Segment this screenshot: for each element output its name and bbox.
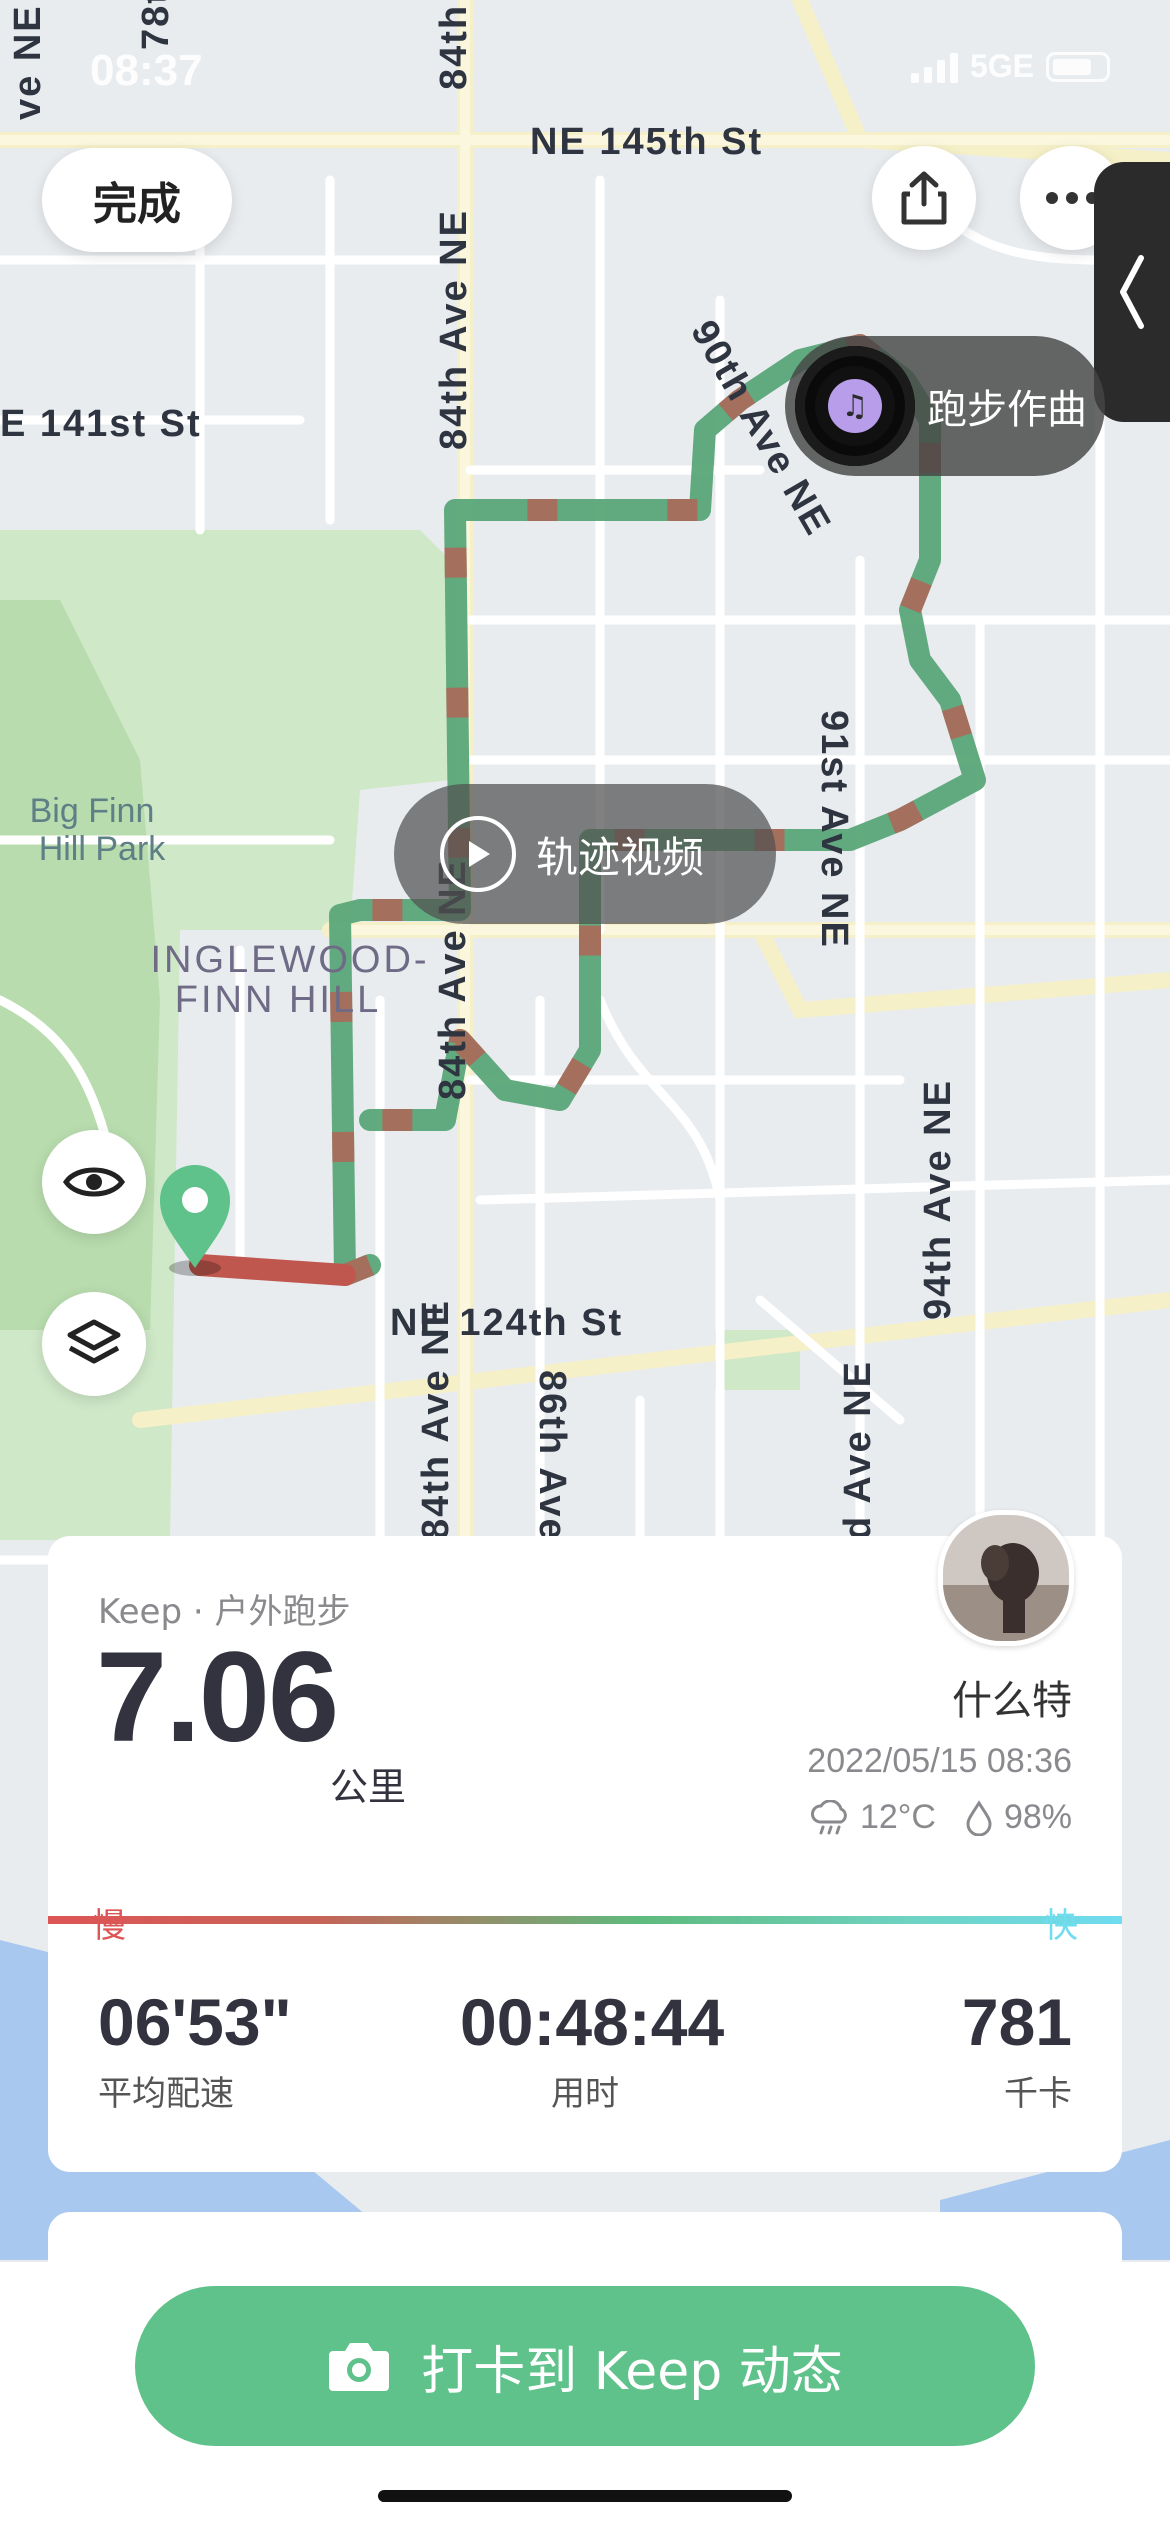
map-street-label: 84th Ave NE <box>433 209 475 450</box>
map-street-label: 84th Ave NE <box>415 1299 457 1540</box>
duration-stat: 00:48:44 用时 <box>460 1984 725 2115</box>
duration-value: 00:48:44 <box>460 1985 725 2059</box>
avg-pace-value: 06'53" <box>98 1985 292 2059</box>
humidity-drop-icon <box>966 1799 992 1836</box>
done-button[interactable]: 完成 <box>42 148 232 252</box>
layers-icon <box>67 1319 121 1364</box>
fast-pace-label: 快 <box>1044 1906 1078 1946</box>
weather-info: 12°C 98% <box>810 1798 1072 1837</box>
map-street-label: 91st Ave NE <box>813 710 855 949</box>
map-street-label: E 141st St <box>0 403 202 445</box>
map-area-label: Hill Park <box>39 830 167 868</box>
map-street-label: 86th Ave <box>531 1370 573 1542</box>
calories-value: 781 <box>961 1985 1072 2059</box>
play-icon <box>440 816 516 892</box>
status-bar: 08:37 5GE <box>0 40 1170 110</box>
cloud-rain-icon <box>810 1799 847 1834</box>
more-dots-icon <box>1046 192 1098 204</box>
eye-icon <box>63 1167 125 1197</box>
status-indicators: 5GE <box>910 48 1110 85</box>
avg-pace-label: 平均配速 <box>98 2074 234 2114</box>
camera-icon <box>329 2343 390 2391</box>
side-panel-toggle[interactable] <box>1094 162 1170 422</box>
username: 什么特 <box>952 1678 1072 1724</box>
map-area-label: Big Finn <box>30 792 155 830</box>
slow-pace-label: 慢 <box>92 1906 126 1946</box>
running-music-button[interactable]: ♫ 跑步作曲 <box>785 336 1105 476</box>
duration-label: 用时 <box>551 2074 619 2114</box>
calories-stat: 781 千卡 <box>962 1984 1072 2115</box>
share-icon <box>901 171 947 225</box>
checkin-label: 打卡到 Keep 动态 <box>421 2341 843 2402</box>
humidity: 98% <box>1003 1798 1072 1836</box>
map-area-label: INGLEWOOD- <box>150 939 429 981</box>
map-street-label: 94th Ave NE <box>917 1079 959 1320</box>
music-disc-icon: ♫ <box>795 346 915 466</box>
avg-pace-stat: 06'53" 平均配速 <box>98 1984 292 2115</box>
map-street-label: d Ave NE <box>837 1360 879 1540</box>
network-label: 5GE <box>969 48 1034 84</box>
home-indicator[interactable] <box>378 2490 792 2502</box>
share-button[interactable] <box>872 146 976 250</box>
map-area-label: FINN HILL <box>175 979 381 1021</box>
temperature: 12°C <box>859 1798 936 1836</box>
map-street-label: NE 145th St <box>530 121 763 163</box>
visibility-toggle-button[interactable] <box>42 1130 146 1234</box>
track-video-button[interactable]: 轨迹视频 <box>394 784 776 924</box>
avatar[interactable] <box>938 1510 1074 1646</box>
status-time: 08:37 <box>90 46 203 95</box>
chevron-left-icon <box>1120 255 1144 329</box>
battery-icon <box>1046 51 1110 82</box>
track-video-label: 轨迹视频 <box>536 832 705 882</box>
distance-unit: 公里 <box>330 1765 407 1809</box>
checkin-button[interactable]: 打卡到 Keep 动态 <box>135 2286 1035 2446</box>
running-music-label: 跑步作曲 <box>927 387 1087 433</box>
run-datetime: 2022/05/15 08:36 <box>807 1742 1072 1780</box>
pace-gradient-bar <box>48 1916 1122 1924</box>
calories-label: 千卡 <box>1004 2074 1072 2114</box>
run-summary-card: Keep · 户外跑步 7.06 公里 什么特 2022/05/15 08:36… <box>48 1510 1122 2172</box>
distance-value: 7.06 <box>96 1626 339 1769</box>
map-layers-button[interactable] <box>42 1292 146 1396</box>
signal-icon <box>910 51 958 83</box>
